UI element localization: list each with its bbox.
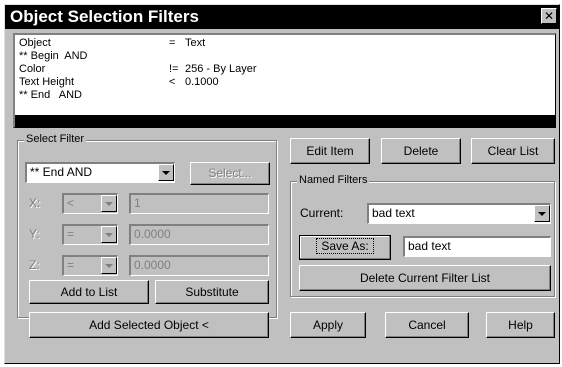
help-button[interactable]: Help: [486, 312, 555, 338]
title-bar: Object Selection Filters ✕: [5, 5, 559, 29]
z-value-field[interactable]: 0.0000: [129, 255, 269, 276]
z-operator-value: =: [67, 258, 75, 272]
substitute-label: Substitute: [185, 285, 239, 299]
help-label: Help: [508, 318, 533, 332]
y-operator-value: =: [67, 227, 75, 241]
z-value: 0.0000: [134, 258, 171, 272]
edit-item-label: Edit Item: [306, 144, 354, 158]
substitute-button[interactable]: Substitute: [155, 280, 269, 304]
add-to-list-button[interactable]: Add to List: [29, 280, 149, 304]
filter-property: Object: [19, 37, 51, 49]
dialog-title: Object Selection Filters: [10, 7, 199, 26]
cancel-label: Cancel: [408, 318, 446, 332]
selected-list-row[interactable]: [15, 115, 555, 127]
filter-type-value: ** End AND: [30, 165, 93, 179]
current-filter-value: bad text: [372, 206, 415, 220]
x-value-field[interactable]: 1: [129, 193, 269, 214]
filter-operator: <: [169, 76, 176, 88]
add-selected-object-button[interactable]: Add Selected Object <: [29, 312, 269, 338]
close-icon[interactable]: ✕: [541, 8, 557, 24]
filter-value: 256 - By Layer: [185, 63, 257, 75]
chevron-down-icon[interactable]: [101, 226, 117, 243]
select-button-label: Select...: [208, 166, 252, 180]
current-label: Current:: [300, 206, 344, 220]
delete-label: Delete: [403, 144, 439, 158]
save-as-button[interactable]: Save As:: [299, 235, 391, 260]
list-item[interactable]: Object = Text: [19, 37, 205, 50]
save-as-label: Save As:: [316, 238, 374, 254]
chevron-down-icon[interactable]: [534, 205, 550, 222]
filter-operator: !=: [169, 63, 179, 75]
chevron-down-icon[interactable]: [158, 164, 174, 181]
named-filters-group-label: Named Filters: [297, 174, 370, 186]
x-value: 1: [134, 196, 141, 210]
add-to-list-label: Add to List: [60, 285, 118, 299]
delete-current-filter-list-label: Delete Current Filter List: [359, 271, 491, 285]
filter-property: ** Begin AND: [19, 50, 88, 62]
apply-label: Apply: [312, 318, 344, 332]
filter-property: ** End AND: [19, 89, 82, 101]
delete-button[interactable]: Delete: [381, 138, 461, 164]
select-filter-group-label: Select Filter: [24, 133, 87, 145]
x-label: X:: [29, 196, 41, 210]
y-value: 0.0000: [134, 227, 171, 241]
chevron-down-icon[interactable]: [101, 257, 117, 274]
delete-current-filter-list-button[interactable]: Delete Current Filter List: [299, 265, 551, 291]
apply-button[interactable]: Apply: [290, 312, 366, 338]
z-label: Z:: [29, 258, 40, 272]
save-as-value: bad text: [408, 239, 451, 253]
current-filter-select[interactable]: bad text: [367, 203, 551, 224]
filter-value: Text: [185, 37, 206, 49]
list-item[interactable]: Color != 256 - By Layer: [19, 63, 257, 76]
chevron-down-icon[interactable]: [101, 195, 117, 212]
z-operator-select[interactable]: =: [62, 255, 118, 276]
filter-property: Color: [19, 63, 46, 75]
object-selection-filters-dialog: Object Selection Filters ✕ Object = Text…: [4, 4, 560, 364]
filter-list[interactable]: Object = Text ** Begin AND Color != 256 …: [13, 33, 556, 128]
filter-property: Text Height: [19, 76, 75, 88]
filter-value: 0.1000: [185, 76, 219, 88]
filter-type-select[interactable]: ** End AND: [25, 162, 175, 183]
x-operator-value: <: [67, 196, 75, 210]
list-item[interactable]: Text Height < 0.1000: [19, 76, 219, 89]
y-value-field[interactable]: 0.0000: [129, 224, 269, 245]
cancel-button[interactable]: Cancel: [385, 312, 469, 338]
add-selected-object-label: Add Selected Object <: [89, 318, 209, 332]
list-item[interactable]: ** Begin AND: [19, 50, 87, 63]
list-item[interactable]: ** End AND: [19, 89, 82, 102]
select-button[interactable]: Select...: [190, 162, 270, 185]
filter-operator: =: [169, 37, 176, 49]
y-operator-select[interactable]: =: [62, 224, 118, 245]
save-as-input[interactable]: bad text: [403, 236, 551, 257]
edit-item-button[interactable]: Edit Item: [290, 138, 370, 164]
clear-list-button[interactable]: Clear List: [471, 138, 555, 164]
y-label: Y:: [29, 227, 40, 241]
clear-list-label: Clear List: [487, 144, 539, 158]
x-operator-select[interactable]: <: [62, 193, 118, 214]
